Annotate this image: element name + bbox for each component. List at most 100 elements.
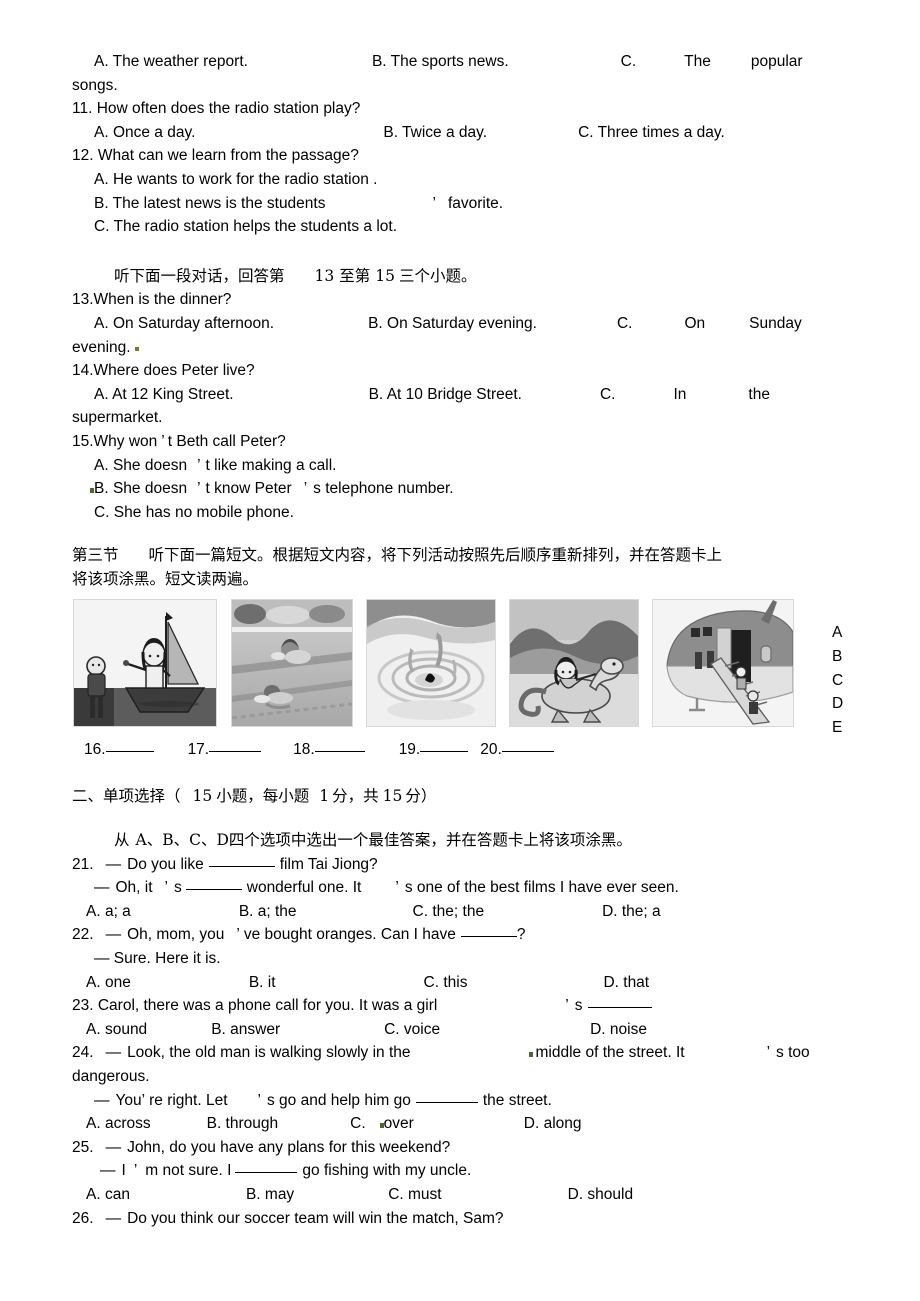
blank-16-field[interactable] bbox=[105, 751, 154, 753]
q23-option-d: D. noise bbox=[590, 1020, 647, 1038]
q14-options-row: A. At 12 King Street. B. At 10 Bridge Str… bbox=[72, 383, 858, 407]
q10-options-row: A. The weather report. B. The sports news… bbox=[72, 50, 858, 74]
blank-19-label: 19. bbox=[398, 741, 421, 759]
q22-number: 22. bbox=[72, 926, 94, 944]
q13-option-b: B. On Saturday evening. bbox=[368, 314, 537, 332]
q22-stem-part3: ? bbox=[516, 926, 526, 944]
q15-stem-part1: 15.Why won bbox=[72, 432, 158, 450]
section-two-title: 二、单项选择（ 15 小题，每小题 1 分，共 15 分） bbox=[72, 785, 858, 809]
q11-options-row: A. Once a day. B. Twice a day. C. Three ti… bbox=[72, 121, 858, 145]
section-two-title-p4: 分） bbox=[405, 787, 437, 806]
q24-stem-continued: dangerous. bbox=[72, 1068, 150, 1085]
exam-page: A. The weather report. B. The sports news… bbox=[0, 0, 920, 1301]
q10-option-a: A. The weather report. bbox=[94, 53, 248, 70]
q24-options-row: A. across B. through C. over D. along bbox=[72, 1112, 858, 1136]
picture-swimming-pool-scene bbox=[231, 599, 353, 728]
spacer-before-section3 bbox=[72, 524, 858, 544]
q25-reply-part3: go fishing with my uncle. bbox=[302, 1162, 472, 1180]
q24-stem-apostrophe: ’ bbox=[766, 1044, 771, 1062]
q23-option-c: C. voice bbox=[384, 1020, 441, 1038]
q24-reply: — You’ re right. Let’ s go and help him go t… bbox=[72, 1089, 858, 1113]
section3-line2: 将该项涂黑。短文读两遍。 bbox=[72, 569, 259, 588]
q10-option-b: B. The sports news. bbox=[371, 53, 509, 70]
blank-17-field[interactable] bbox=[209, 751, 262, 753]
q14-stem: 14.Where does Peter live? bbox=[72, 362, 255, 380]
q13-stem: 13.When is the dinner? bbox=[72, 291, 232, 309]
blank-18-field[interactable] bbox=[314, 751, 365, 753]
picture-airplane-boarding-scene bbox=[652, 599, 794, 728]
q21-stem-part2: film Tai Jiong? bbox=[279, 855, 378, 873]
q21-blank-2[interactable] bbox=[185, 889, 242, 891]
listening-instruction-num1: 13 bbox=[314, 266, 335, 285]
q24-option-c-word: over bbox=[383, 1115, 414, 1133]
blank-19-field[interactable] bbox=[420, 751, 469, 753]
q24-option-a: A. across bbox=[86, 1115, 151, 1133]
q23-stem-part1: 23. Carol, there was a phone call for yo… bbox=[72, 997, 438, 1015]
answer-blanks-row: 16. 17. 18. 19. 20. bbox=[72, 741, 858, 759]
q25-option-d: D. should bbox=[567, 1185, 634, 1203]
q21-stem-part1: Do you like bbox=[127, 855, 204, 873]
q15-option-c: C. She has no mobile phone. bbox=[94, 503, 294, 521]
q24-number: 24. bbox=[72, 1044, 94, 1062]
q24-option-b: B. through bbox=[206, 1115, 279, 1133]
q11-stem: 11. How often does the radio station pla… bbox=[72, 100, 361, 118]
q23-blank[interactable] bbox=[587, 1007, 652, 1009]
q12-option-a: A. He wants to work for the radio statio… bbox=[94, 170, 378, 188]
listening-instruction-text3: 三个小题。 bbox=[399, 266, 477, 285]
listening-dialogue-instruction: 听下面一段对话，回答第 13 至第 15 三个小题。 bbox=[72, 265, 858, 289]
q25-options-row: A. can B. may C. must D. should bbox=[72, 1183, 858, 1207]
q23-stem-apostrophe: ’ bbox=[565, 997, 569, 1015]
picture-option-labels: A B C D E bbox=[832, 621, 858, 739]
q25-blank[interactable] bbox=[235, 1172, 298, 1174]
spacer-before-section-two bbox=[72, 759, 858, 785]
q25-stem-text: John, do you have any plans for this wee… bbox=[127, 1138, 451, 1156]
q24-reply-apostrophe2: ’ bbox=[257, 1091, 261, 1109]
q21-blank-1[interactable] bbox=[208, 865, 275, 867]
q22-blank[interactable] bbox=[460, 936, 517, 938]
q22-dash: — bbox=[105, 926, 122, 944]
q21-option-a: A. a; a bbox=[86, 902, 131, 920]
q23-stem: 23. Carol, there was a phone call for yo… bbox=[72, 994, 858, 1018]
q25-number: 25. bbox=[72, 1138, 94, 1156]
q24-reply-part4: the street. bbox=[482, 1091, 552, 1109]
q15-option-b: B. She doesn’ t know Peter’ s telephone nu… bbox=[72, 477, 858, 501]
q11-option-c: C. Three times a day. bbox=[578, 123, 725, 141]
q24-option-c-label: C. bbox=[350, 1115, 366, 1133]
q25-option-c: C. must bbox=[388, 1185, 442, 1203]
q26-stem: 26. — Do you think our soccer team will wi… bbox=[72, 1207, 858, 1231]
instruction-p1: 从 bbox=[114, 831, 130, 850]
q14-option-c-continued: supermarket. bbox=[72, 409, 163, 427]
picture-dinosaur-ride-scene bbox=[509, 599, 639, 728]
blank-17-label: 17. bbox=[187, 741, 210, 759]
blank-20-field[interactable] bbox=[501, 751, 554, 753]
picture-label-c: C bbox=[832, 671, 844, 689]
section-two-instruction: 从 A、B、C、D四个选项中选出一个最佳答案，并在答题卡上将该项涂黑。 bbox=[72, 829, 858, 853]
q22-stem-part2: ve bought oranges. Can I have bbox=[243, 926, 456, 944]
q15-stem: 15.Why won’ t Beth call Peter? bbox=[72, 430, 858, 454]
q26-number: 26. bbox=[72, 1209, 94, 1227]
section-two-title-p3: 分，共 bbox=[332, 787, 379, 806]
q24-reply-part2: re right. Let bbox=[149, 1091, 228, 1109]
section-two-title-n2: 1 bbox=[319, 787, 330, 806]
q12-option-b-part1: B. The latest news is the students bbox=[94, 194, 326, 212]
instruction-p2: 四个选项中选出一个最佳答案，并在答题卡上将该项涂黑。 bbox=[228, 831, 632, 850]
q23-option-b: B. answer bbox=[211, 1020, 281, 1038]
q21-reply-apostrophe1: ’ bbox=[164, 879, 168, 897]
picture-water-splash-scene bbox=[366, 599, 496, 728]
q14-option-b: B. At 10 Bridge Street. bbox=[368, 385, 522, 403]
section-two-title-n1: 15 bbox=[192, 787, 213, 806]
q10-option-c-word1: The bbox=[684, 53, 711, 70]
q22-stem: 22. — Oh, mom, you ’ ve bought oranges. Can … bbox=[72, 923, 858, 947]
q24-blank[interactable] bbox=[415, 1101, 478, 1103]
q21-reply-dash: — bbox=[94, 879, 110, 897]
q25-dash: — bbox=[105, 1138, 122, 1156]
q25-reply-dash: — bbox=[100, 1162, 116, 1180]
q21-option-b: B. a; the bbox=[238, 902, 297, 920]
q10-option-c-label: C. bbox=[620, 53, 637, 70]
spacer-before-instruction bbox=[72, 809, 858, 829]
q25-reply-apostrophe: ’ bbox=[133, 1162, 138, 1180]
q12-option-c: C. The radio station helps the students … bbox=[94, 218, 398, 236]
q12-option-b-part2: favorite. bbox=[447, 194, 504, 212]
q21-dash: — bbox=[105, 855, 122, 873]
q24-option-d: D. along bbox=[523, 1115, 582, 1133]
